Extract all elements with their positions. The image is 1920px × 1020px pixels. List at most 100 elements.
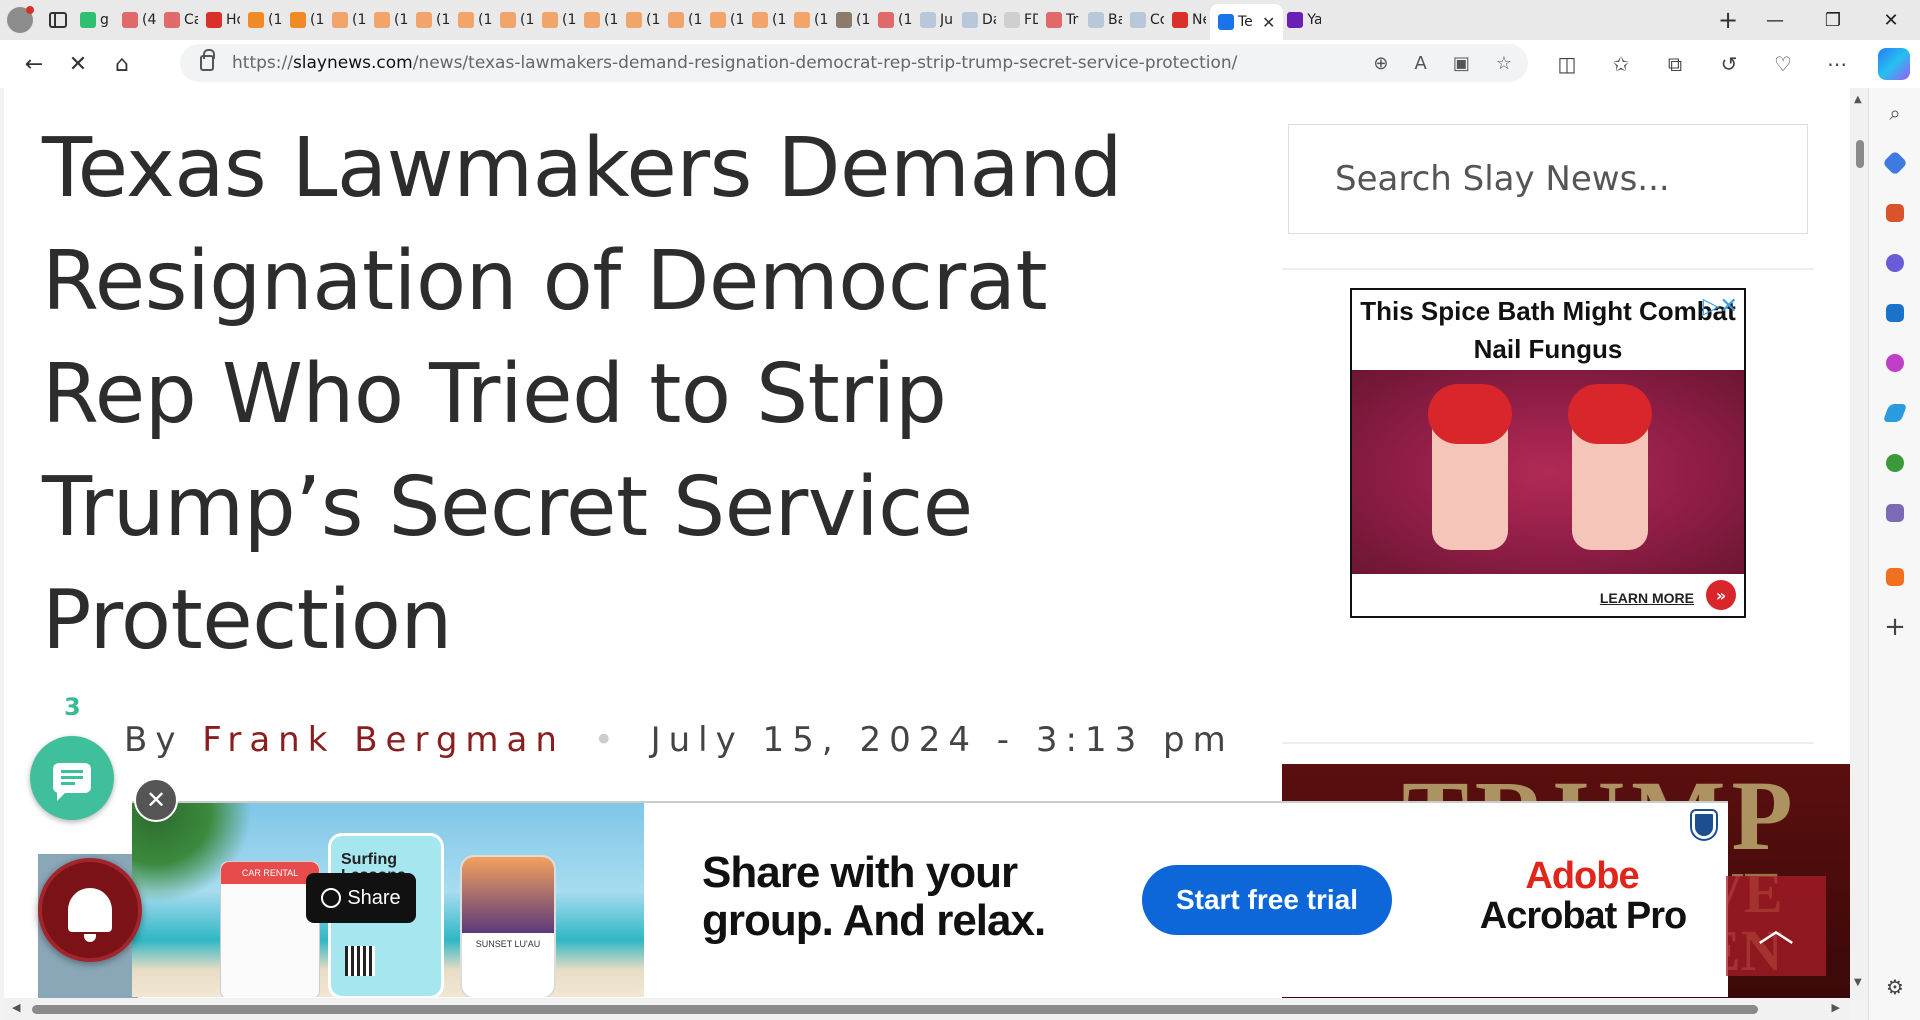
collections-icon[interactable]: ⧉ [1648,52,1702,76]
browser-tab-active[interactable]: Te ✕ [1210,4,1284,40]
scroll-to-top-button[interactable]: ︿ [1726,876,1826,976]
read-aloud-icon[interactable]: A [1415,53,1427,74]
horizontal-scrollbar[interactable]: ◀ ▶ [4,998,1850,1020]
browser-tab[interactable]: Ya [1283,4,1325,36]
bookmark-app-icon[interactable] [1869,552,1920,602]
browser-tab[interactable]: (1( [370,4,412,36]
start-free-trial-button[interactable]: Start free trial [1142,865,1392,935]
ad-close-icon[interactable]: ▷✕ [1703,294,1738,319]
lock-icon[interactable] [200,49,215,71]
stop-loading-button[interactable]: ✕ [56,44,100,84]
home-button[interactable]: ⌂ [100,44,144,84]
sidebar-ad[interactable]: This Spice Bath Might Combat Nail Fungus… [1350,288,1746,618]
microsoft-365-icon[interactable] [1869,238,1920,288]
address-bar[interactable]: https://slaynews.com/news/texas-lawmaker… [180,44,1528,82]
scroll-up-arrow-icon[interactable]: ▲ [1854,94,1862,105]
vertical-scrollbar[interactable]: ▲ ▼ [1850,88,1868,1000]
browser-tab[interactable]: (1( [328,4,370,36]
banner-close-button[interactable]: ✕ [134,778,178,822]
outlook-icon[interactable] [1869,288,1920,338]
browser-tab[interactable]: (1( [664,4,706,36]
browser-tab[interactable]: (1( [790,4,832,36]
browser-tab[interactable]: (1( [832,4,874,36]
notification-bell-button[interactable] [38,858,142,962]
browser-tab[interactable]: Da [958,4,1000,36]
tab-title: (1( [352,12,366,28]
scroll-right-arrow-icon[interactable]: ▶ [1832,1001,1840,1014]
add-sidebar-app-icon[interactable]: + [1869,602,1920,652]
telegram-icon[interactable] [1869,388,1920,438]
browser-tab[interactable]: (1( [412,4,454,36]
favorite-star-icon[interactable]: ☆ [1496,53,1512,74]
browser-tab[interactable]: (1( [580,4,622,36]
copilot-icon[interactable] [1878,48,1910,80]
tools-briefcase-icon[interactable] [1869,188,1920,238]
profile-button[interactable] [0,0,40,40]
history-icon[interactable]: ↺ [1702,52,1756,76]
tab-favicon-icon [584,12,600,28]
sidebar-divider [1282,268,1814,270]
comments-button[interactable] [30,736,114,820]
tab-favicon-icon [374,12,390,28]
tab-title: (4: [142,12,156,28]
browser-tab[interactable]: Ju [916,4,958,36]
performance-icon[interactable]: ♡ [1756,52,1810,76]
browser-tab[interactable]: (1( [244,4,286,36]
close-tab-icon[interactable]: ✕ [1262,13,1275,32]
banner-brand-adobe: Adobe [1525,855,1639,897]
tab-list: g (4: Ca Ho (1((1((1((1((1((1((1((1((1((1((1… [76,0,1710,40]
browser-tab[interactable]: (1( [538,4,580,36]
zoom-icon[interactable]: ⊕ [1373,53,1388,74]
tab-title: Tr [1066,12,1079,28]
browser-tab[interactable]: (1( [748,4,790,36]
favorites-icon[interactable]: ✩ [1594,52,1648,76]
new-tab-button[interactable]: + [1710,6,1746,34]
url-text[interactable]: https://slaynews.com/news/texas-lawmaker… [232,53,1237,73]
browser-tab[interactable]: Ho [202,4,244,36]
article-headline: Texas Lawmakers Demand Resignation of De… [42,121,1123,668]
ad-choices-icon[interactable] [1684,805,1724,845]
tree-icon[interactable] [1869,438,1920,488]
browser-tab[interactable]: Ne [1168,4,1210,36]
close-window-button[interactable]: ✕ [1862,0,1920,40]
reader-view-icon[interactable]: ▣ [1453,53,1470,74]
copilot-designer-icon[interactable] [1869,338,1920,388]
tab-title: (1( [562,12,576,28]
tab-title: (1( [604,12,618,28]
browser-tab[interactable]: Ba [1084,4,1126,36]
browser-tab[interactable]: FD [1000,4,1042,36]
settings-gear-icon[interactable]: ⚙ [1869,962,1920,1012]
browser-tab[interactable]: (4: [118,4,160,36]
browser-tab[interactable]: g [76,4,118,36]
tab-title: Ya [1307,12,1322,28]
scroll-left-arrow-icon[interactable]: ◀ [12,1001,20,1014]
vertical-scroll-thumb[interactable] [1856,140,1864,168]
ad-arrow-icon[interactable]: » [1706,580,1736,610]
author-link[interactable]: Frank Bergman [202,720,565,760]
tab-title: (1( [772,12,786,28]
minimize-button[interactable]: — [1746,0,1804,40]
browser-tab[interactable]: (1( [874,4,916,36]
browser-tab[interactable]: (1( [496,4,538,36]
back-button[interactable]: ← [12,44,56,84]
split-screen-icon[interactable]: ◫ [1540,52,1594,76]
browser-tab[interactable]: Co [1126,4,1168,36]
browser-tab[interactable]: (1( [622,4,664,36]
ad-learn-more-link[interactable]: LEARN MORE [1600,590,1694,606]
banner-brand-product: Acrobat Pro [1479,895,1687,937]
tab-actions-button[interactable] [40,0,76,40]
browser-tab[interactable]: Ca [160,4,202,36]
browser-tab[interactable]: (1( [706,4,748,36]
search-input[interactable]: Search Slay News... [1288,124,1808,234]
more-menu-icon[interactable]: ⋯ [1810,52,1864,76]
horizontal-scroll-thumb[interactable] [32,1005,1758,1014]
shopping-tag-icon[interactable] [1869,138,1920,188]
sidebar-search-icon[interactable]: ⌕ [1869,88,1920,138]
browser-tab[interactable]: Tr [1042,4,1084,36]
games-icon[interactable] [1869,488,1920,538]
browser-tab[interactable]: (1( [286,4,328,36]
bottom-banner-ad[interactable]: CAR RENTAL Surfing Lessons SUNSET LU'AU … [132,801,1728,997]
browser-tab[interactable]: (1( [454,4,496,36]
scroll-down-arrow-icon[interactable]: ▼ [1854,977,1862,988]
restore-button[interactable]: ❐ [1804,0,1862,40]
